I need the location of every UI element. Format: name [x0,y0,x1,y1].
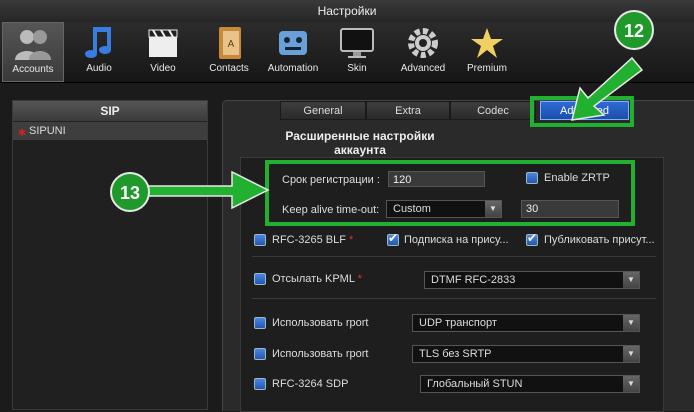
robot-icon [279,31,307,55]
rfc3264-select[interactable]: Глобальный STUN ▼ [420,375,640,393]
section-title: Расширенные настройки аккаунта [285,129,435,157]
accounts-panel: SIP ✱ SIPUNI [12,100,208,410]
window-title: Настройки [0,0,694,22]
kpml-checkbox[interactable] [254,273,266,285]
accounts-icon [15,30,51,60]
clapperboard-icon [148,29,178,57]
tab-extra[interactable]: Extra [366,101,450,120]
toolbar-contacts[interactable]: A Contacts [198,22,260,82]
rport-udp-label: Использовать rport [272,317,369,329]
gear-icon [408,28,438,58]
subscribe-label: Подписка на прису... [404,234,509,246]
kpml-label: Отсылать KPML * [272,273,362,285]
rport-tls-label: Использовать rport [272,348,369,360]
chevron-down-icon: ▼ [623,272,639,288]
annotation-badge-13: 13 [110,172,150,212]
highlight-registration-settings [265,160,635,226]
rport-udp-select[interactable]: UDP транспорт ▼ [412,314,640,332]
toolbar-audio[interactable]: Audio [68,22,130,82]
required-marker: * [349,234,354,246]
toolbar-accounts[interactable]: Accounts [2,22,64,82]
toolbar: Accounts Audio Video A Contacts Automati… [0,22,694,83]
required-marker: * [357,273,362,285]
divider [252,256,656,257]
rfc3265-label: RFC-3265 BLF * [272,234,354,246]
toolbar-advanced[interactable]: Advanced [392,22,454,82]
account-name: SIPUNI [29,125,66,137]
chevron-down-icon: ▼ [623,346,639,362]
rfc3264-checkbox[interactable] [254,378,266,390]
publish-checkbox[interactable] [526,231,538,246]
address-book-icon: A [219,27,241,59]
tab-codec[interactable]: Codec [450,101,536,120]
kpml-select[interactable]: DTMF RFC-2833 ▼ [424,271,640,289]
rfc3265-checkbox[interactable] [254,234,266,246]
rport-tls-select[interactable]: TLS без SRTP ▼ [412,345,640,363]
rport-udp-checkbox[interactable] [254,317,266,329]
toolbar-skin[interactable]: Skin [326,22,388,82]
annotation-badge-12: 12 [614,10,654,50]
status-icon: ✱ [18,128,27,139]
account-list-item[interactable]: ✱ SIPUNI [13,122,207,140]
tab-general[interactable]: General [280,101,366,120]
toolbar-premium[interactable]: Premium [456,22,518,82]
star-icon [471,28,503,58]
toolbar-automation[interactable]: Automation [262,22,324,82]
svg-text:A: A [228,39,235,50]
sip-header: SIP [13,101,207,122]
divider [252,298,656,299]
highlight-advanced-tab [530,96,634,127]
music-note-icon [85,27,111,58]
rport-tls-checkbox[interactable] [254,348,266,360]
monitor-icon [340,28,374,58]
toolbar-video[interactable]: Video [132,22,194,82]
publish-label: Публиковать присут... [544,234,655,246]
rfc3264-label: RFC-3264 SDP [272,378,349,390]
chevron-down-icon: ▼ [623,376,639,392]
chevron-down-icon: ▼ [623,315,639,331]
subscribe-checkbox[interactable] [387,231,399,246]
